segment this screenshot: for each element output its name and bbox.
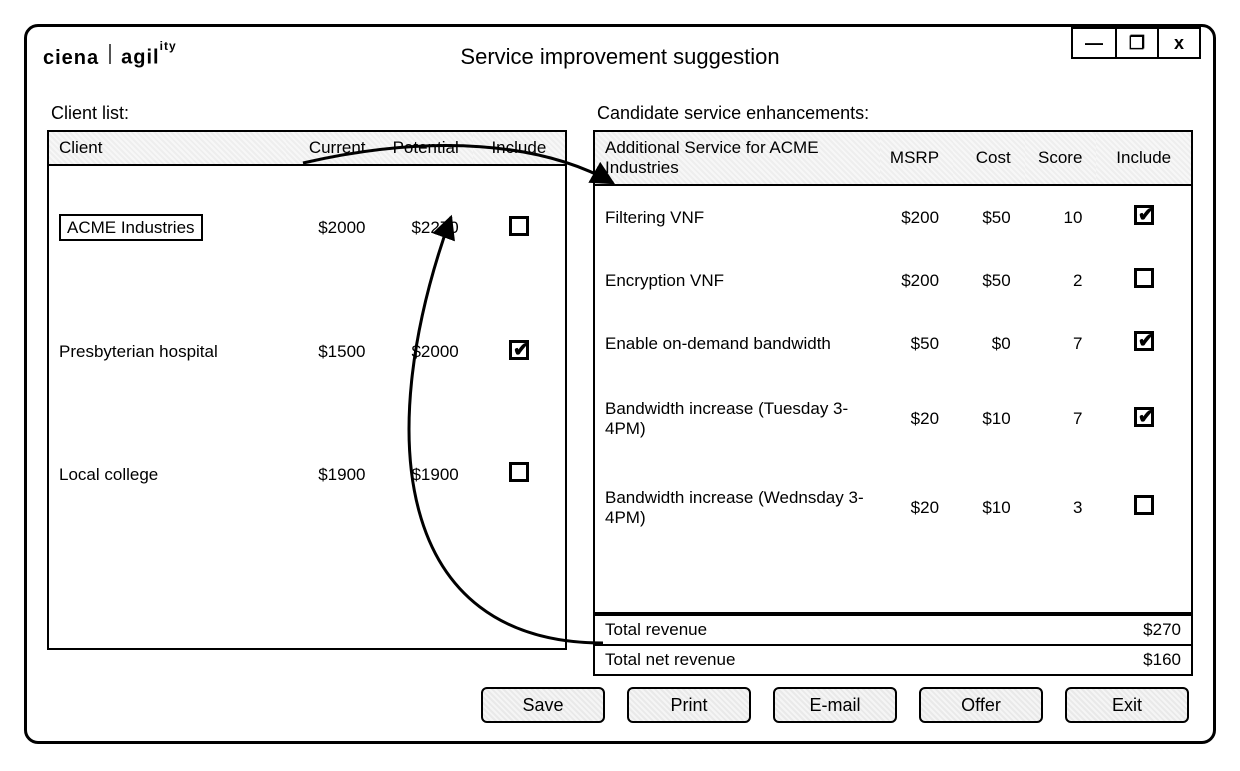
service-name: Encryption VNF xyxy=(594,250,880,313)
total-revenue-row: Total revenue $270 xyxy=(595,614,1191,644)
footer-buttons: Save Print E-mail Offer Exit xyxy=(481,687,1189,723)
service-msrp: $200 xyxy=(880,250,953,313)
save-button[interactable]: Save xyxy=(481,687,605,723)
client-name: ACME Industries xyxy=(48,165,286,291)
col-client[interactable]: Client xyxy=(48,131,286,165)
service-name: Bandwidth increase (Tuesday 3-4PM) xyxy=(594,375,880,463)
client-row[interactable]: Local college$1900$1900 xyxy=(48,414,566,537)
client-include-checkbox[interactable] xyxy=(509,216,529,236)
close-button[interactable]: x xyxy=(1157,29,1199,57)
col-include-r[interactable]: Include xyxy=(1096,131,1192,185)
col-include[interactable]: Include xyxy=(473,131,566,165)
service-cost: $50 xyxy=(953,250,1025,313)
maximize-button[interactable]: ❐ xyxy=(1115,29,1157,57)
totals-box: Total revenue $270 Total net revenue $16… xyxy=(593,614,1193,676)
email-button[interactable]: E-mail xyxy=(773,687,897,723)
client-current: $1500 xyxy=(286,291,379,414)
client-current: $2000 xyxy=(286,165,379,291)
client-row[interactable]: ACME Industries$2000$2270 xyxy=(48,165,566,291)
service-cost: $50 xyxy=(953,185,1025,250)
minimize-button[interactable]: — xyxy=(1073,29,1115,57)
brand-ciena: ciena xyxy=(43,47,99,70)
window-controls: — ❐ x xyxy=(1071,27,1201,59)
service-cost: $10 xyxy=(953,464,1025,552)
service-score: 7 xyxy=(1025,312,1097,375)
exit-button[interactable]: Exit xyxy=(1065,687,1189,723)
service-include-checkbox[interactable] xyxy=(1134,205,1154,225)
service-msrp: $200 xyxy=(880,185,953,250)
client-list-label: Client list: xyxy=(51,103,567,124)
service-score: 10 xyxy=(1025,185,1097,250)
client-name: Presbyterian hospital xyxy=(48,291,286,414)
service-cost: $10 xyxy=(953,375,1025,463)
app-window: ciena agility Service improvement sugges… xyxy=(24,24,1216,744)
total-net-label: Total net revenue xyxy=(605,650,735,670)
service-include-checkbox[interactable] xyxy=(1134,331,1154,351)
client-include-checkbox[interactable] xyxy=(509,340,529,360)
col-current[interactable]: Current xyxy=(286,131,379,165)
service-name: Bandwidth increase (Wednsday 3-4PM) xyxy=(594,464,880,552)
enhancements-table: Additional Service for ACME Industries M… xyxy=(593,130,1193,614)
total-net-value: $160 xyxy=(1143,650,1181,670)
brand-agility: agility xyxy=(121,45,176,70)
service-msrp: $20 xyxy=(880,464,953,552)
service-msrp: $50 xyxy=(880,312,953,375)
print-button[interactable]: Print xyxy=(627,687,751,723)
enhancement-row[interactable]: Filtering VNF$200$5010 xyxy=(594,185,1192,250)
service-name: Filtering VNF xyxy=(594,185,880,250)
client-list-panel: Client list: Client Current Potential In… xyxy=(47,93,567,676)
col-score[interactable]: Score xyxy=(1025,131,1097,185)
offer-button[interactable]: Offer xyxy=(919,687,1043,723)
enhancement-row[interactable]: Encryption VNF$200$502 xyxy=(594,250,1192,313)
brand-logo: ciena agility xyxy=(43,44,177,70)
client-potential: $2000 xyxy=(380,291,473,414)
col-service[interactable]: Additional Service for ACME Industries xyxy=(594,131,880,185)
content-area: Client list: Client Current Potential In… xyxy=(43,83,1197,676)
client-table: Client Current Potential Include ACME In… xyxy=(47,130,567,650)
col-potential[interactable]: Potential xyxy=(380,131,473,165)
client-name: Local college xyxy=(48,414,286,537)
service-score: 2 xyxy=(1025,250,1097,313)
col-cost[interactable]: Cost xyxy=(953,131,1025,185)
service-include-checkbox[interactable] xyxy=(1134,495,1154,515)
brand-divider xyxy=(109,44,111,64)
service-msrp: $20 xyxy=(880,375,953,463)
enhancement-row[interactable]: Bandwidth increase (Wednsday 3-4PM)$20$1… xyxy=(594,464,1192,552)
client-potential: $1900 xyxy=(380,414,473,537)
enhancement-row[interactable]: Bandwidth increase (Tuesday 3-4PM)$20$10… xyxy=(594,375,1192,463)
client-row[interactable]: Presbyterian hospital$1500$2000 xyxy=(48,291,566,414)
total-revenue-value: $270 xyxy=(1143,620,1181,640)
enhancements-panel: Candidate service enhancements: Addition… xyxy=(593,93,1193,676)
service-score: 3 xyxy=(1025,464,1097,552)
service-cost: $0 xyxy=(953,312,1025,375)
window-title: Service improvement suggestion xyxy=(43,44,1197,70)
client-current: $1900 xyxy=(286,414,379,537)
total-net-row: Total net revenue $160 xyxy=(595,644,1191,674)
enhancements-label: Candidate service enhancements: xyxy=(597,103,1193,124)
service-score: 7 xyxy=(1025,375,1097,463)
titlebar: ciena agility Service improvement sugges… xyxy=(43,31,1197,83)
client-potential: $2270 xyxy=(380,165,473,291)
service-include-checkbox[interactable] xyxy=(1134,407,1154,427)
service-include-checkbox[interactable] xyxy=(1134,268,1154,288)
service-name: Enable on-demand bandwidth xyxy=(594,312,880,375)
total-revenue-label: Total revenue xyxy=(605,620,707,640)
col-msrp[interactable]: MSRP xyxy=(880,131,953,185)
client-include-checkbox[interactable] xyxy=(509,462,529,482)
enhancement-row[interactable]: Enable on-demand bandwidth$50$07 xyxy=(594,312,1192,375)
